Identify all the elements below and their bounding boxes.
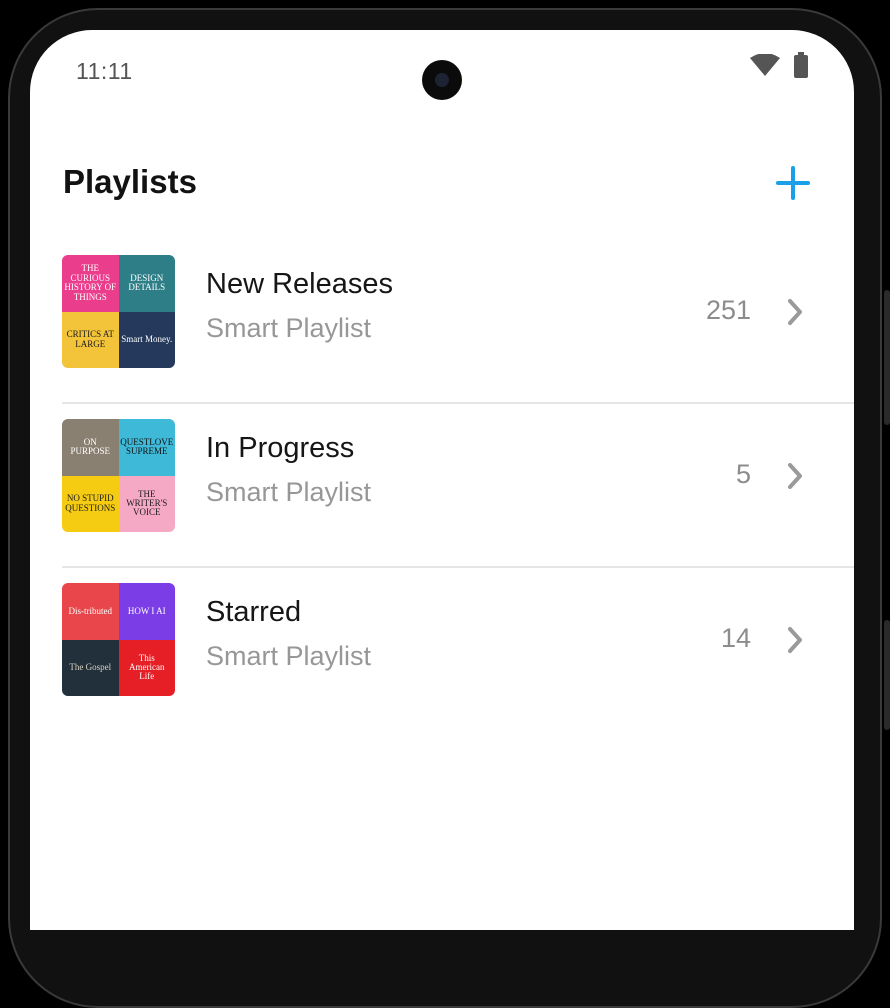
header: Playlists bbox=[63, 163, 823, 203]
chevron-right-icon bbox=[788, 299, 802, 325]
smart-money-art: Smart Money. bbox=[118, 311, 175, 368]
on-purpose-art: ON PURPOSE bbox=[62, 419, 119, 476]
critics-at-large-art: CRITICS AT LARGE bbox=[62, 311, 119, 368]
distributed-art: Dis-tributed bbox=[62, 583, 119, 640]
volume-button bbox=[884, 620, 890, 730]
playlist-artwork: ON PURPOSE QUESTLOVE SUPREME NO STUPID Q… bbox=[62, 419, 175, 532]
playlist-row[interactable]: Dis-tributed HOW I AI The Gospel This Am… bbox=[62, 568, 854, 730]
playlist-artwork: THE CURIOUS HISTORY OF THINGS DESIGN DET… bbox=[62, 255, 175, 368]
playlist-row[interactable]: THE CURIOUS HISTORY OF THINGS DESIGN DET… bbox=[62, 240, 854, 404]
playlist-episode-count: 5 bbox=[735, 459, 751, 489]
front-camera bbox=[422, 60, 462, 100]
playlist-episode-count: 251 bbox=[705, 295, 751, 325]
add-playlist-button[interactable] bbox=[770, 160, 816, 206]
plus-icon bbox=[776, 166, 810, 200]
playlist-row[interactable]: ON PURPOSE QUESTLOVE SUPREME NO STUPID Q… bbox=[62, 404, 854, 568]
questlove-supreme-art: QUESTLOVE SUPREME bbox=[118, 419, 175, 476]
playlist-episode-count: 14 bbox=[720, 623, 751, 653]
playlist-title: Starred bbox=[206, 596, 302, 628]
this-american-life-art: This American Life bbox=[118, 639, 175, 696]
the-gospel-art: The Gospel bbox=[62, 639, 119, 696]
playlist-subtitle: Smart Playlist bbox=[206, 641, 372, 671]
chevron-right-icon bbox=[788, 627, 802, 653]
the-writers-voice-art: THE WRITER'S VOICE bbox=[118, 475, 175, 532]
playlist-subtitle: Smart Playlist bbox=[206, 477, 372, 507]
how-i-ai-art: HOW I AI bbox=[118, 583, 175, 640]
app-screen: 11:11 Playlists THE CURIOUS HISTORY OF T… bbox=[30, 30, 854, 930]
playlist-list: THE CURIOUS HISTORY OF THINGS DESIGN DET… bbox=[62, 240, 854, 730]
page-title: Playlists bbox=[63, 163, 197, 200]
battery-icon bbox=[794, 52, 808, 78]
playlist-title: New Releases bbox=[206, 268, 393, 300]
chevron-right-icon bbox=[788, 463, 802, 489]
power-button bbox=[884, 290, 890, 425]
no-stupid-questions-art: NO STUPID QUESTIONS bbox=[62, 475, 119, 532]
wifi-icon bbox=[750, 54, 780, 76]
the-curious-history-of-things-art: THE CURIOUS HISTORY OF THINGS bbox=[62, 255, 119, 312]
playlist-title: In Progress bbox=[206, 432, 355, 464]
status-icons bbox=[750, 52, 808, 78]
design-details-art: DESIGN DETAILS bbox=[118, 255, 175, 312]
status-time: 11:11 bbox=[76, 58, 133, 84]
playlist-artwork: Dis-tributed HOW I AI The Gospel This Am… bbox=[62, 583, 175, 696]
playlist-subtitle: Smart Playlist bbox=[206, 313, 372, 343]
